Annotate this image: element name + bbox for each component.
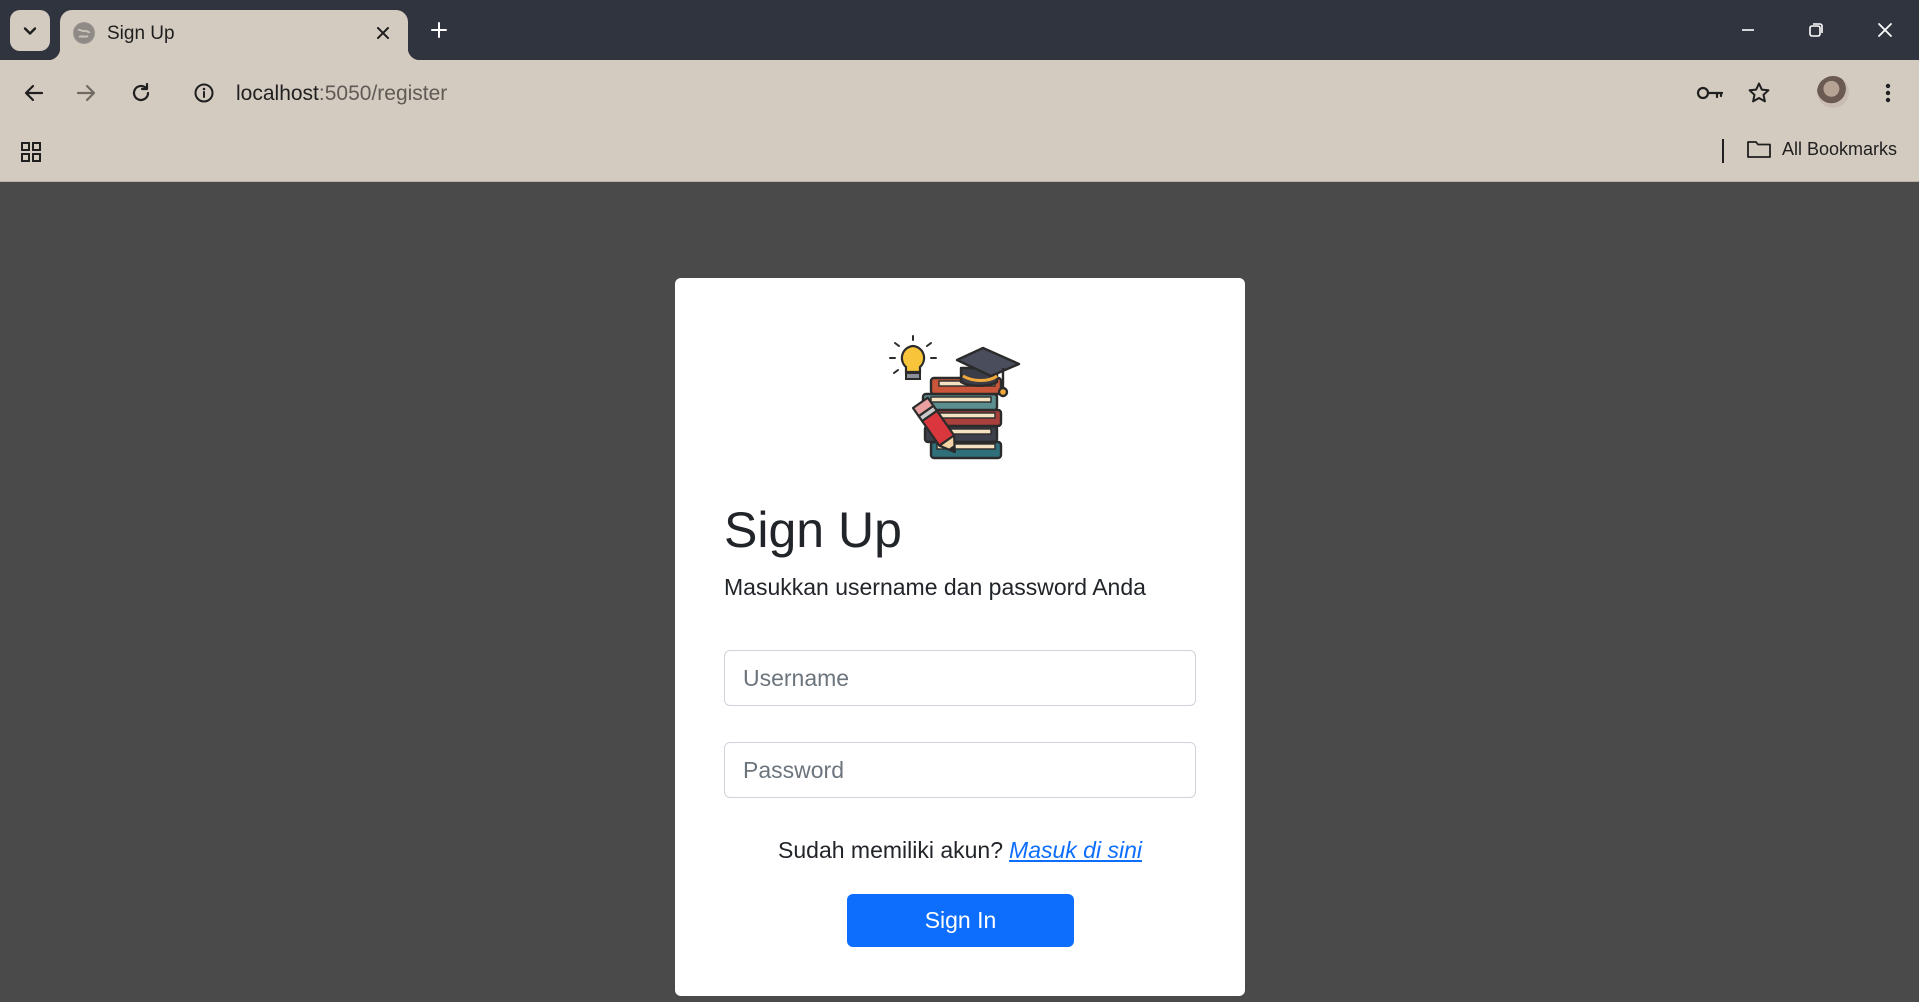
profile-avatar[interactable] bbox=[1817, 76, 1849, 108]
new-tab-button[interactable] bbox=[425, 16, 453, 44]
chevron-down-icon bbox=[23, 26, 37, 35]
browser-toolbar: localhost:5050/register bbox=[0, 60, 1919, 125]
login-prompt: Sudah memiliki akun? Masuk di sini bbox=[675, 836, 1245, 864]
minimize-button[interactable] bbox=[1732, 14, 1764, 46]
tab-sign-up[interactable]: Sign Up bbox=[48, 10, 420, 60]
folder-icon bbox=[1747, 141, 1771, 158]
globe-icon bbox=[73, 22, 95, 44]
more-vertical-icon bbox=[1885, 83, 1891, 103]
restore-icon bbox=[1809, 23, 1823, 37]
all-bookmarks-button[interactable]: All Bookmarks bbox=[1746, 138, 1897, 160]
signup-card: Sign Up Masukkan username dan password A… bbox=[675, 278, 1245, 996]
star-icon bbox=[1748, 82, 1770, 103]
browser-menu-button[interactable] bbox=[1871, 76, 1905, 110]
bookmarks-bar: All Bookmarks bbox=[0, 125, 1919, 182]
back-button[interactable] bbox=[17, 76, 51, 110]
arrow-right-icon bbox=[76, 84, 96, 102]
reload-button[interactable] bbox=[124, 76, 158, 110]
close-tab-icon[interactable] bbox=[371, 21, 395, 45]
education-books-logo bbox=[889, 335, 1021, 460]
restore-button[interactable] bbox=[1800, 14, 1832, 46]
close-icon bbox=[1878, 23, 1892, 37]
password-key-button[interactable] bbox=[1693, 76, 1727, 110]
bookmarks-divider bbox=[1722, 139, 1724, 163]
tab-title: Sign Up bbox=[107, 23, 175, 44]
sign-in-button[interactable]: Sign In bbox=[847, 894, 1074, 947]
apps-grid-icon[interactable] bbox=[16, 137, 46, 167]
tab-strip: Sign Up bbox=[0, 0, 1919, 60]
page-title: Sign Up bbox=[724, 502, 902, 558]
url-host: localhost bbox=[236, 82, 319, 105]
site-info-icon[interactable] bbox=[191, 80, 217, 106]
all-bookmarks-label: All Bookmarks bbox=[1782, 138, 1898, 159]
minimize-icon bbox=[1742, 29, 1754, 31]
close-window-button[interactable] bbox=[1869, 14, 1901, 46]
login-link[interactable]: Masuk di sini bbox=[1009, 837, 1142, 863]
username-input[interactable] bbox=[724, 650, 1196, 706]
arrow-left-icon bbox=[24, 84, 44, 102]
address-bar[interactable]: localhost:5050/register bbox=[236, 82, 447, 106]
password-input[interactable] bbox=[724, 742, 1196, 798]
login-prompt-text: Sudah memiliki akun? bbox=[778, 837, 1004, 863]
key-icon bbox=[1696, 86, 1724, 100]
page-subtitle: Masukkan username dan password Anda bbox=[724, 574, 1146, 600]
forward-button[interactable] bbox=[69, 76, 103, 110]
reload-icon bbox=[132, 82, 150, 102]
url-path: :5050/register bbox=[318, 82, 448, 105]
plus-icon bbox=[431, 22, 447, 38]
tab-search-button[interactable] bbox=[10, 10, 50, 51]
bookmark-star-button[interactable] bbox=[1742, 76, 1776, 110]
